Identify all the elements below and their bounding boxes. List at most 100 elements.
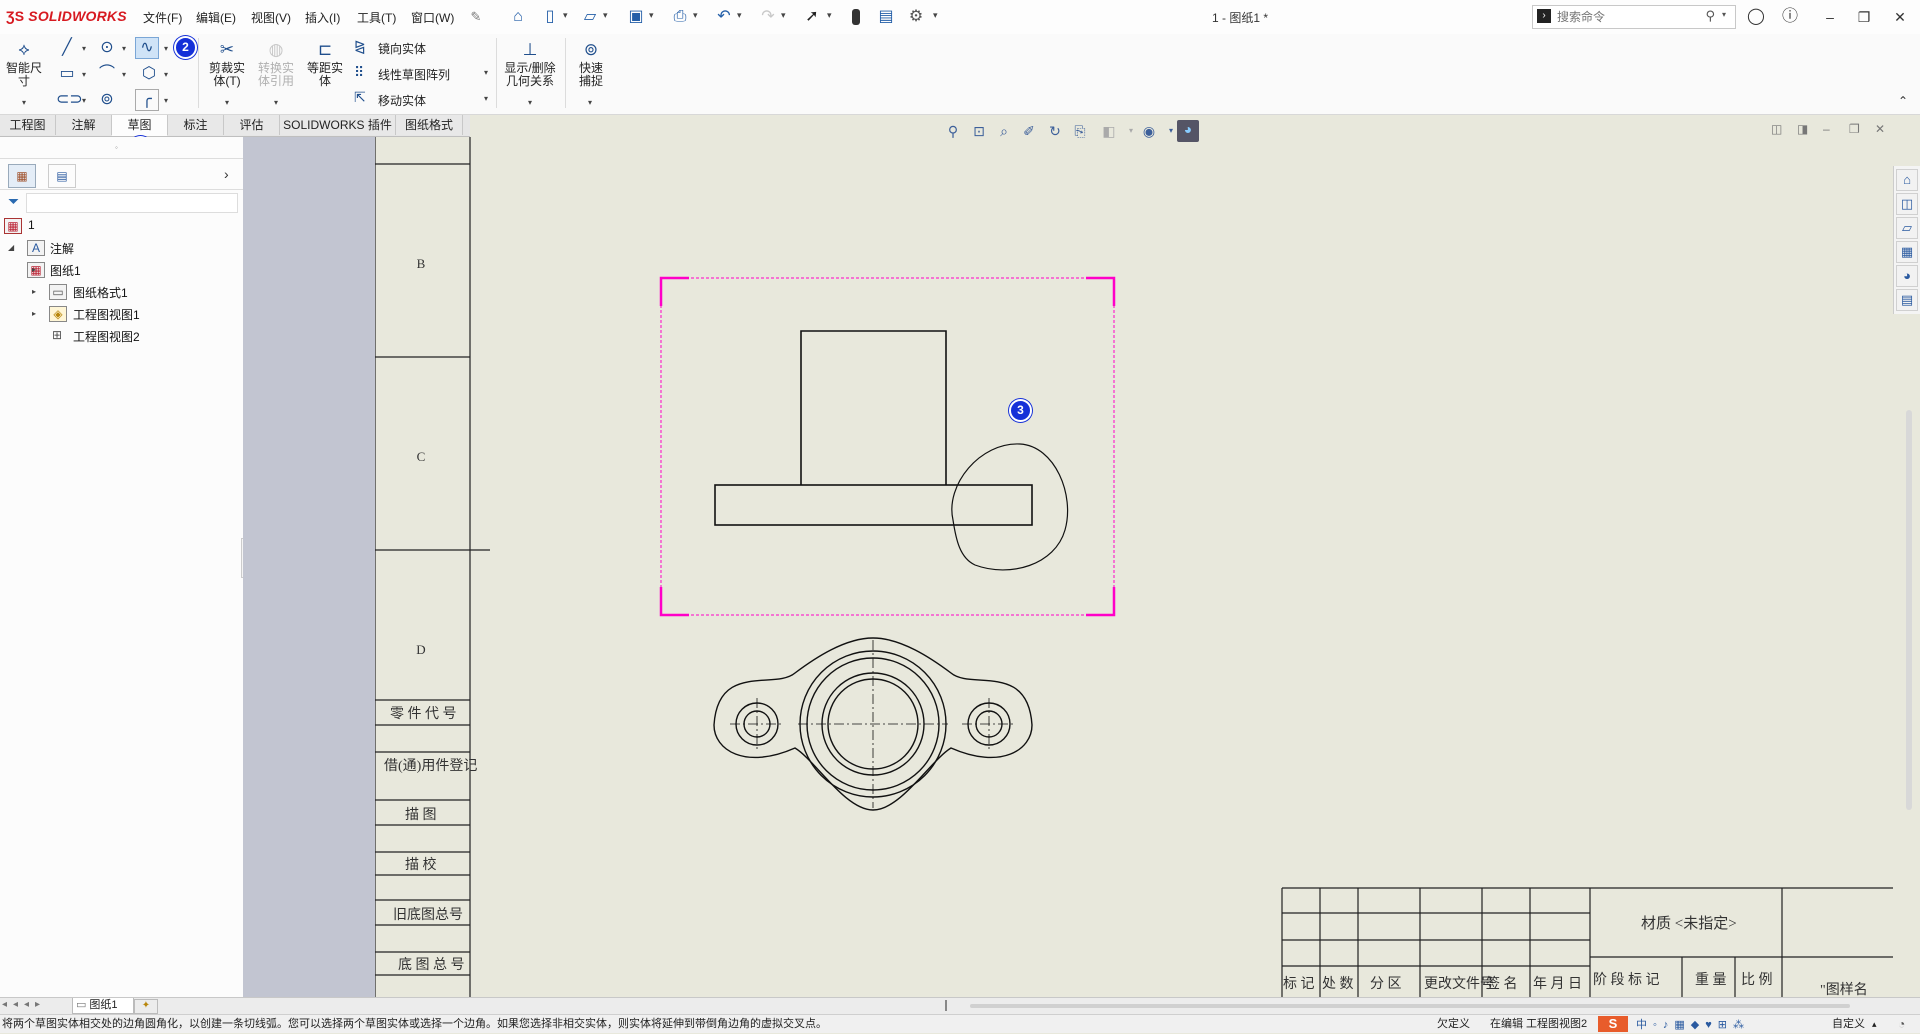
- line-icon[interactable]: ╱: [56, 38, 78, 58]
- mirror-icon[interactable]: ⧎: [354, 38, 366, 55]
- pin-icon[interactable]: ✎: [466, 7, 486, 27]
- custom-properties-icon[interactable]: ▤: [1896, 289, 1918, 311]
- offset-entities-button[interactable]: ⊏ 等距实体: [304, 40, 346, 88]
- print-icon[interactable]: ⎙: [670, 7, 690, 27]
- tab-evaluate[interactable]: 评估: [224, 115, 280, 135]
- new-document-icon[interactable]: ▯: [540, 7, 560, 27]
- display-delete-relations-button[interactable]: ⊥ 显示/删除几何关系: [502, 40, 558, 88]
- smart-dimension-button[interactable]: ⟡ 智能尺寸: [4, 40, 44, 88]
- polygon-icon[interactable]: ⬡: [138, 64, 160, 84]
- menu-file[interactable]: 文件(F): [143, 9, 182, 26]
- trim-entities-button[interactable]: ✂ 剪裁实体(T): [206, 40, 248, 88]
- spline-caret-icon[interactable]: ▾: [164, 44, 168, 53]
- polygon-caret-icon[interactable]: ▾: [164, 70, 168, 79]
- graphics-minimize-icon[interactable]: –: [1823, 122, 1830, 136]
- open-icon[interactable]: ▱: [580, 7, 600, 27]
- search-icon[interactable]: ⚲: [1705, 8, 1715, 24]
- print-caret-icon[interactable]: ▾: [693, 10, 698, 21]
- tab-markup[interactable]: 标注: [168, 115, 224, 135]
- circle-icon[interactable]: ⊙: [96, 38, 118, 58]
- search-caret-icon[interactable]: ▾: [1722, 10, 1726, 19]
- notifications-icon[interactable]: ◔: [1898, 1015, 1905, 1033]
- linear-pattern-button[interactable]: 线性草图阵列: [378, 66, 450, 83]
- view-palette-icon[interactable]: ▦: [1896, 241, 1918, 263]
- options-gear-icon[interactable]: ⚙: [906, 7, 926, 27]
- menu-tools[interactable]: 工具(T): [357, 9, 396, 26]
- new-caret-icon[interactable]: ▾: [563, 10, 568, 21]
- select-icon[interactable]: ➚: [802, 7, 822, 27]
- convert-entities-button[interactable]: ◍ 转换实体引用: [255, 40, 297, 88]
- vertical-scrollbar[interactable]: [1906, 410, 1912, 810]
- panel-splitter[interactable]: [0, 137, 243, 159]
- tab-drawing[interactable]: 工程图: [0, 115, 56, 135]
- splitter-handle-icon[interactable]: ◦: [115, 143, 118, 152]
- line-caret-icon[interactable]: ▾: [82, 44, 86, 53]
- convert-caret-icon[interactable]: ▾: [274, 98, 278, 107]
- tab-annotation[interactable]: 注解: [56, 115, 112, 135]
- collapse-ribbon-icon[interactable]: ⌃: [1898, 94, 1908, 108]
- graphics-restore-icon[interactable]: ❐: [1849, 122, 1860, 136]
- redo-caret-icon[interactable]: ▾: [781, 10, 786, 21]
- tree-item-sheet-format1[interactable]: 图纸格式1: [73, 284, 128, 301]
- redo-icon[interactable]: ↷: [758, 7, 778, 27]
- help-icon[interactable]: ⓘ: [1776, 6, 1804, 28]
- open-caret-icon[interactable]: ▾: [603, 10, 608, 21]
- move-entities-button[interactable]: 移动实体: [378, 92, 426, 109]
- rebuild-icon[interactable]: [846, 7, 866, 27]
- relations-caret-icon[interactable]: ▾: [528, 98, 532, 107]
- smart-dimension-caret-icon[interactable]: ▾: [22, 98, 26, 107]
- property-manager-tab-icon[interactable]: ▤: [48, 164, 76, 188]
- scroll-divider[interactable]: [945, 1000, 947, 1011]
- solidworks-logo[interactable]: ƷS SOLIDWORKS: [6, 8, 127, 24]
- search-commands[interactable]: › ⚲: [1532, 5, 1736, 29]
- front-view-geometry[interactable]: [714, 330, 1033, 526]
- tree-item-drawing-view2[interactable]: 工程图视图2: [73, 328, 140, 345]
- add-sheet-icon[interactable]: ✦: [134, 999, 158, 1014]
- drawing-sheet[interactable]: B C D 零 件 代 号 借(通)用件登记 描 图 描 校 旧底图总号 底 图…: [375, 137, 1893, 997]
- undo-icon[interactable]: ↶: [714, 7, 734, 27]
- linear-pattern-icon[interactable]: ⠿: [354, 64, 364, 81]
- tree-filter-input[interactable]: [26, 193, 238, 213]
- undo-caret-icon[interactable]: ▾: [737, 10, 742, 21]
- slot-icon[interactable]: ⊂⊃: [56, 90, 83, 110]
- menu-window[interactable]: 窗口(W): [411, 9, 454, 26]
- expand-panel-icon[interactable]: ›: [224, 166, 229, 182]
- save-caret-icon[interactable]: ▾: [649, 10, 654, 21]
- rectangle-caret-icon[interactable]: ▾: [82, 70, 86, 79]
- ellipse-icon[interactable]: ⊚: [96, 90, 118, 110]
- fillet-caret-icon[interactable]: ▾: [164, 96, 168, 105]
- feature-manager-tab-icon[interactable]: ▦: [8, 164, 36, 188]
- tree-item-sheet1[interactable]: 图纸1: [50, 262, 81, 279]
- mirror-entities-button[interactable]: 镜向实体: [378, 40, 426, 57]
- file-explorer-icon[interactable]: ▱: [1896, 217, 1918, 239]
- options-caret-icon[interactable]: ▾: [933, 10, 938, 21]
- link-views-icon[interactable]: ◨: [1797, 122, 1808, 136]
- home-icon[interactable]: ⌂: [508, 7, 528, 27]
- search-input[interactable]: [1555, 8, 1709, 26]
- quick-snaps-button[interactable]: ⊚ 快速捕捉: [570, 40, 612, 88]
- slot-caret-icon[interactable]: ▾: [82, 96, 86, 105]
- sheet-tab-sheet1[interactable]: ▭ 图纸1: [72, 998, 134, 1014]
- circle-caret-icon[interactable]: ▾: [122, 44, 126, 53]
- move-entities-icon[interactable]: ⇱: [354, 89, 366, 106]
- menu-edit[interactable]: 编辑(E): [196, 9, 236, 26]
- horizontal-scrollbar[interactable]: [970, 1004, 1850, 1008]
- move-caret-icon[interactable]: ▾: [484, 94, 488, 103]
- close-button[interactable]: ✕: [1886, 6, 1914, 28]
- restore-button[interactable]: ❐: [1850, 6, 1878, 28]
- graphics-close-icon[interactable]: ✕: [1875, 122, 1885, 136]
- menu-insert[interactable]: 插入(I): [305, 9, 340, 26]
- tree-root[interactable]: 1: [28, 218, 35, 232]
- expand-view1-icon[interactable]: ▸: [32, 287, 36, 296]
- tab-sketch[interactable]: 草图: [112, 115, 168, 136]
- trim-caret-icon[interactable]: ▾: [225, 98, 229, 107]
- tab-sheet-format[interactable]: 图纸格式: [396, 115, 463, 135]
- spline-curve[interactable]: [951, 443, 1069, 571]
- units-status[interactable]: 自定义: [1832, 1015, 1865, 1033]
- split-view-icon[interactable]: ◫: [1771, 122, 1782, 136]
- tab-solidworks-addins[interactable]: SOLIDWORKS 插件: [280, 115, 396, 135]
- save-icon[interactable]: ▣: [626, 7, 646, 27]
- sketch-fillet-icon[interactable]: ╭: [135, 89, 159, 111]
- arc-icon[interactable]: ⌒: [96, 64, 118, 84]
- rectangle-icon[interactable]: ▭: [56, 64, 78, 84]
